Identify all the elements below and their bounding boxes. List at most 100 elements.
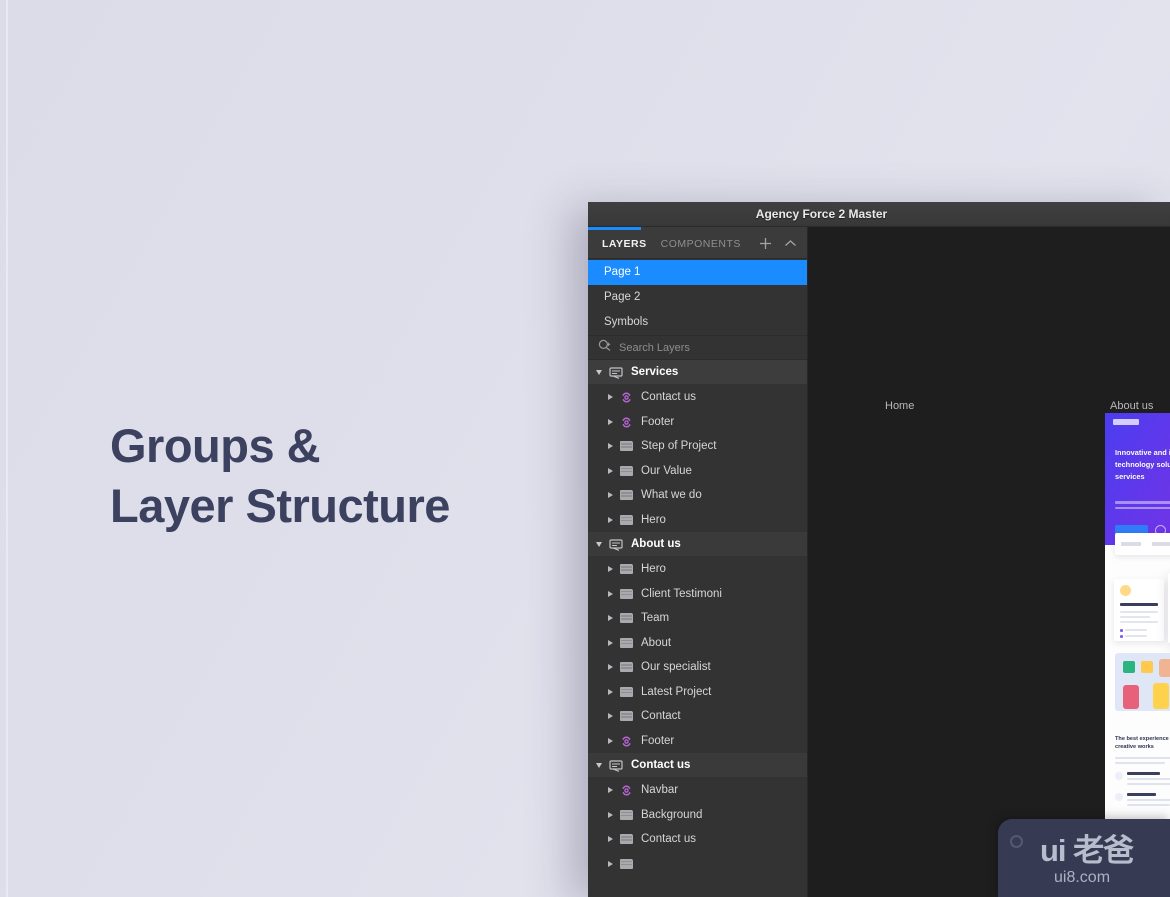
chevron-right-icon[interactable]	[608, 688, 613, 695]
chevron-right-icon[interactable]	[608, 590, 613, 597]
folder-icon	[620, 711, 633, 722]
layer-label: Contact us	[641, 391, 696, 404]
chevron-right-icon[interactable]	[608, 467, 613, 474]
layer-group-label: Services	[631, 366, 679, 378]
layer-row-contact[interactable]: Contact	[588, 704, 807, 729]
layer-row-hero[interactable]: Hero	[588, 508, 807, 533]
home-service-card[interactable]	[1114, 579, 1164, 641]
chevron-right-icon[interactable]	[608, 566, 613, 573]
layer-row-contact-us[interactable]: Contact us	[588, 385, 807, 410]
logo-icon	[1113, 419, 1139, 425]
chevron-down-icon[interactable]	[596, 541, 602, 547]
home-section-title: What we do	[1105, 563, 1170, 570]
symbol-icon	[620, 416, 633, 428]
plus-icon[interactable]	[759, 237, 772, 250]
chevron-right-icon[interactable]	[608, 492, 613, 499]
layer-row-navbar[interactable]: Navbar	[588, 778, 807, 803]
folder-icon	[620, 564, 633, 575]
design-app-window: Agency Force 2 Master Home Innovative an…	[588, 202, 1170, 897]
artboard-icon	[609, 759, 624, 772]
layer-row-step-of-project[interactable]: Step of Project	[588, 434, 807, 459]
chevron-down-icon[interactable]	[596, 369, 602, 375]
layer-label: Hero	[641, 563, 666, 576]
artboard-label-about-us[interactable]: About us	[1110, 400, 1153, 412]
symbol-icon	[620, 784, 633, 796]
layer-label: Latest Project	[641, 685, 712, 698]
chevron-right-icon[interactable]	[608, 737, 613, 744]
folder-icon	[620, 588, 633, 599]
chevron-right-icon[interactable]	[608, 516, 613, 523]
layer-group-services[interactable]: Services	[588, 360, 807, 385]
folder-icon	[620, 809, 633, 820]
layer-label: Background	[641, 808, 703, 821]
layer-row-about[interactable]: About	[588, 631, 807, 656]
layer-row-latest-project[interactable]: Latest Project	[588, 680, 807, 705]
layer-label: About	[641, 636, 672, 649]
layer-label: Team	[641, 612, 670, 625]
layer-label: Client Testimoni	[641, 587, 722, 600]
page-row-page-1[interactable]: Page 1	[588, 260, 807, 285]
home-logos-strip	[1115, 533, 1170, 555]
layer-row-our-value[interactable]: Our Value	[588, 459, 807, 484]
layer-row-client-testimoni[interactable]: Client Testimoni	[588, 582, 807, 607]
home-experience-block: The best experience & creative works	[1115, 735, 1170, 809]
chevron-right-icon[interactable]	[608, 836, 613, 843]
layer-row-hero[interactable]: Hero	[588, 557, 807, 582]
folder-icon	[620, 686, 633, 697]
page-title: Groups & Layer Structure	[110, 419, 450, 533]
symbol-icon	[620, 735, 633, 747]
layer-group-about-us[interactable]: About us	[588, 532, 807, 557]
page-row-page-2[interactable]: Page 2	[588, 285, 807, 310]
folder-icon	[620, 834, 633, 845]
layer-label: Step of Project	[641, 440, 717, 453]
artboard-icon	[609, 366, 624, 379]
canvas-area[interactable]: Home Innovative and intelligent technolo…	[808, 227, 1170, 897]
layer-label: Hero	[641, 513, 666, 526]
chevron-right-icon[interactable]	[608, 713, 613, 720]
chevron-right-icon[interactable]	[608, 787, 613, 794]
chevron-right-icon[interactable]	[608, 664, 613, 671]
layer-row-contact-us-group[interactable]: Contact us	[588, 827, 807, 852]
chevron-up-icon[interactable]	[784, 239, 797, 248]
layer-row-partial[interactable]	[588, 852, 807, 877]
chevron-right-icon[interactable]	[608, 811, 613, 818]
folder-icon	[620, 613, 633, 624]
search-input[interactable]: Search Layers	[619, 342, 690, 354]
home-feature-illustration	[1115, 653, 1170, 711]
layer-row-footer[interactable]: Footer	[588, 729, 807, 754]
artboard-label-home[interactable]: Home	[885, 400, 914, 412]
layer-row-our-specialist[interactable]: Our specialist	[588, 655, 807, 680]
layer-row-background[interactable]: Background	[588, 803, 807, 828]
watermark: ui 老爸 ui8.com	[998, 819, 1170, 897]
chevron-right-icon[interactable]	[608, 443, 613, 450]
search-icon	[598, 339, 611, 357]
window-titlebar: Agency Force 2 Master	[588, 202, 1170, 227]
home-hero-title: Innovative and intelligent technology so…	[1115, 448, 1170, 481]
folder-icon	[620, 465, 633, 476]
home-hero-subtext	[1115, 501, 1170, 512]
chevron-down-icon[interactable]	[596, 762, 602, 768]
layer-row-footer[interactable]: Footer	[588, 410, 807, 435]
layer-group-label: About us	[631, 538, 681, 550]
chevron-right-icon[interactable]	[608, 418, 613, 425]
layer-label: Contact	[641, 710, 681, 723]
layer-label: Contact us	[641, 833, 696, 846]
search-layers-row[interactable]: Search Layers	[588, 335, 807, 360]
layer-row-team[interactable]: Team	[588, 606, 807, 631]
page-row-symbols[interactable]: Symbols	[588, 310, 807, 335]
chevron-right-icon[interactable]	[608, 615, 613, 622]
chevron-right-icon[interactable]	[608, 394, 613, 401]
tab-layers[interactable]: LAYERS	[602, 227, 647, 259]
panel-tab-bar: LAYERS COMPONENTS	[588, 227, 807, 259]
tab-components[interactable]: COMPONENTS	[661, 227, 741, 259]
watermark-main-text: ui 老爸	[1040, 833, 1134, 868]
layer-label: Navbar	[641, 784, 679, 797]
folder-icon	[620, 490, 633, 501]
layer-row-what-we-do[interactable]: What we do	[588, 483, 807, 508]
active-tab-indicator	[588, 227, 641, 230]
layer-label: Footer	[641, 415, 675, 428]
symbol-icon	[620, 391, 633, 403]
chevron-right-icon[interactable]	[608, 860, 613, 867]
layer-group-contact-us[interactable]: Contact us	[588, 753, 807, 778]
chevron-right-icon[interactable]	[608, 639, 613, 646]
